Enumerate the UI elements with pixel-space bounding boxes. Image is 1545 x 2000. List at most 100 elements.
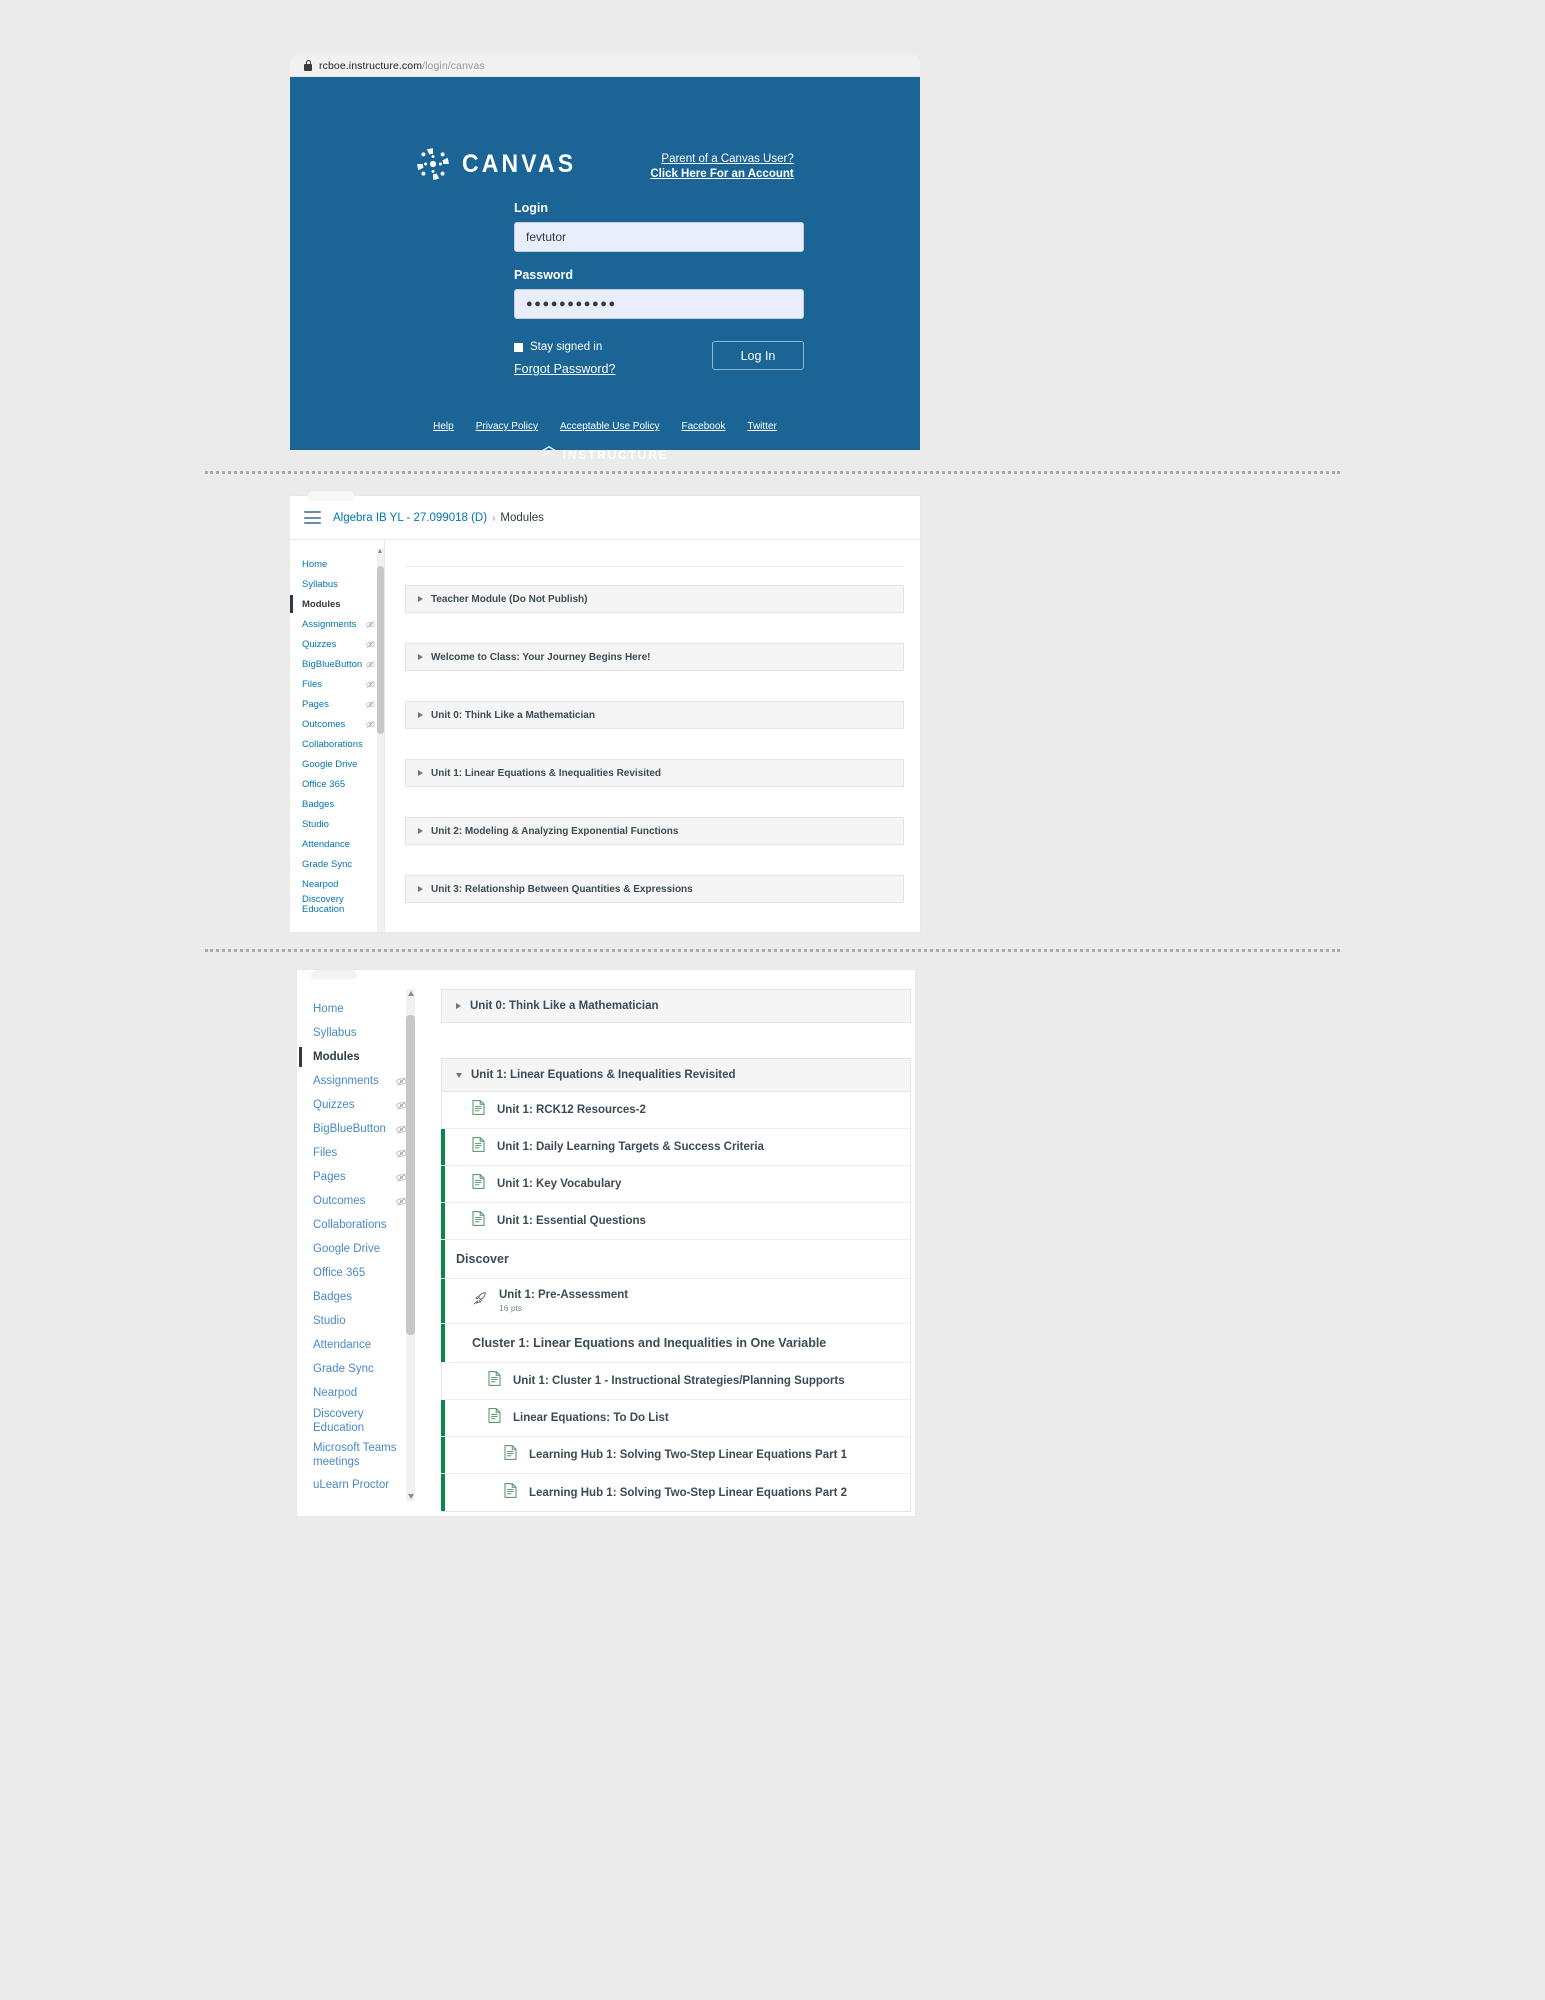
module-item-row[interactable]: Learning Hub 1: Solving Two-Step Linear … [441, 1437, 910, 1474]
sidebar-item-office-365[interactable]: Office 365 [297, 1261, 419, 1285]
module-item-row[interactable]: Unit 1: RCK12 Resources-2 [442, 1092, 910, 1129]
chevron-down-icon [456, 1072, 462, 1078]
help-link[interactable]: Help [433, 421, 454, 432]
parent-of-canvas-user-link[interactable]: Parent of a Canvas User? [650, 152, 793, 167]
sidebar-item-home[interactable]: Home [297, 997, 419, 1021]
sidebar-item-syllabus[interactable]: Syllabus [290, 574, 384, 594]
screenshot-root: rcboe.instructure.com/login/canvas CANVA… [0, 0, 1545, 2000]
sidebar-item-assignments[interactable]: Assignments [290, 614, 384, 634]
module-item-label: Unit 1: Daily Learning Targets & Success… [497, 1141, 764, 1153]
sidebar-item-label: Pages [313, 1171, 346, 1183]
password-input[interactable]: ●●●●●●●●●●● [514, 289, 804, 319]
sidebar-item-quizzes[interactable]: Quizzes [297, 1093, 419, 1117]
create-parent-account-link[interactable]: Click Here For an Account [650, 167, 793, 182]
log-in-button[interactable]: Log In [712, 341, 804, 370]
scroll-up-arrow-icon-2[interactable] [407, 991, 414, 996]
sidebar-item-pages[interactable]: Pages [290, 694, 384, 714]
module-header[interactable]: Unit 1: Linear Equations & Inequalities … [405, 759, 904, 787]
chevron-right-icon [456, 1003, 461, 1009]
sidebar-item-home[interactable]: Home [290, 554, 384, 574]
hamburger-menu-icon[interactable] [304, 511, 321, 524]
sidebar-item-discovery-education[interactable]: Discovery Education [290, 894, 384, 920]
sidebar-item-outcomes[interactable]: Outcomes [297, 1189, 419, 1213]
acceptable-use-policy-link[interactable]: Acceptable Use Policy [560, 421, 660, 432]
sidebar-item-label: Studio [313, 1315, 346, 1327]
sidebar-item-collaborations[interactable]: Collaborations [290, 734, 384, 754]
sidebar-item-attendance[interactable]: Attendance [290, 834, 384, 854]
scroll-down-arrow-icon-2[interactable] [407, 1494, 414, 1499]
module-item-row[interactable]: Linear Equations: To Do List [441, 1400, 910, 1437]
sidebar-item-label: Home [313, 1003, 344, 1015]
forgot-password-link[interactable]: Forgot Password? [514, 362, 615, 376]
sidebar-item-badges[interactable]: Badges [297, 1285, 419, 1309]
browser-url-bar[interactable]: rcboe.instructure.com/login/canvas [290, 55, 920, 77]
sidebar-item-google-drive[interactable]: Google Drive [297, 1237, 419, 1261]
module-item-row[interactable]: Unit 1: Key Vocabulary [441, 1166, 910, 1203]
sidebar-item-files[interactable]: Files [297, 1141, 419, 1165]
module-item-row[interactable]: Unit 1: Daily Learning Targets & Success… [441, 1129, 910, 1166]
module-header[interactable]: Unit 3: Relationship Between Quantities … [405, 875, 904, 903]
module-header-expanded[interactable]: Unit 1: Linear Equations & Inequalities … [441, 1058, 911, 1092]
sidebar-item-studio[interactable]: Studio [290, 814, 384, 834]
lock-icon [304, 60, 312, 71]
scrollbar-thumb[interactable] [377, 566, 384, 734]
eye-slash-icon [366, 640, 375, 649]
sidebar-item-files[interactable]: Files [290, 674, 384, 694]
sidebar-item-studio[interactable]: Studio [297, 1309, 419, 1333]
login-input[interactable]: fevtutor [514, 222, 804, 252]
panel2-body: Home Syllabus Modules Assignments Quizzes Big… [290, 540, 920, 932]
module-item-row[interactable]: Unit 1: Pre-Assessment 16 pts [441, 1279, 910, 1324]
module-item-row[interactable]: Unit 1: Essential Questions [441, 1203, 910, 1240]
sidebar-item-quizzes[interactable]: Quizzes [290, 634, 384, 654]
breadcrumb-course-link[interactable]: Algebra IB YL - 27.099018 (D) [333, 512, 487, 524]
published-indicator [441, 1129, 445, 1165]
sidebar-item-pages[interactable]: Pages [297, 1165, 419, 1189]
module-item-row[interactable]: Discover [441, 1240, 910, 1279]
stay-signed-in-checkbox[interactable] [514, 342, 523, 352]
module-item-label: Cluster 1: Linear Equations and Inequali… [472, 1336, 827, 1350]
sidebar-item-syllabus[interactable]: Syllabus [297, 1021, 419, 1045]
sidebar-item-discovery-education[interactable]: Discovery Education [297, 1405, 419, 1439]
sidebar-item-bigbluebutton[interactable]: BigBlueButton [290, 654, 384, 674]
sidebar-item-assignments[interactable]: Assignments [297, 1069, 419, 1093]
sidebar-item-collaborations[interactable]: Collaborations [297, 1213, 419, 1237]
password-field-label: Password [514, 268, 574, 282]
sidebar-item-google-drive[interactable]: Google Drive [290, 754, 384, 774]
module-item-row[interactable]: Cluster 1: Linear Equations and Inequali… [441, 1324, 910, 1363]
facebook-link[interactable]: Facebook [681, 421, 725, 432]
sidebar-item-modules[interactable]: Modules [290, 594, 384, 614]
module-header[interactable]: Unit 2: Modeling & Analyzing Exponential… [405, 817, 904, 845]
sidebar-item-grade-sync[interactable]: Grade Sync [290, 854, 384, 874]
sidebar-item-badges[interactable]: Badges [290, 794, 384, 814]
privacy-policy-link[interactable]: Privacy Policy [476, 421, 538, 432]
module-item-row[interactable]: Learning Hub 1: Solving Two-Step Linear … [441, 1474, 910, 1511]
sidebar-item-nearpod[interactable]: Nearpod [290, 874, 384, 894]
sidebar-item-nearpod[interactable]: Nearpod [297, 1381, 419, 1405]
sidebar-item-bigbluebutton[interactable]: BigBlueButton [297, 1117, 419, 1141]
sidebar-item-microsoft-teams-meetings[interactable]: Microsoft Teams meetings [297, 1439, 419, 1473]
sidebar-item-ulearn-proctor[interactable]: uLearn Proctor [297, 1473, 419, 1497]
module-header-collapsed[interactable]: Unit 0: Think Like a Mathematician [441, 989, 911, 1023]
sidebar-item-office-365[interactable]: Office 365 [290, 774, 384, 794]
module-item-label: Learning Hub 1: Solving Two-Step Linear … [529, 1449, 847, 1461]
module-header[interactable]: Welcome to Class: Your Journey Begins He… [405, 643, 904, 671]
module-header[interactable]: Unit 0: Think Like a Mathematician [405, 701, 904, 729]
twitter-link[interactable]: Twitter [747, 421, 776, 432]
sidebar-item-modules[interactable]: Modules [297, 1045, 419, 1069]
nav-scrollbar[interactable] [377, 548, 384, 932]
sidebar-item-grade-sync[interactable]: Grade Sync [297, 1357, 419, 1381]
sidebar-item-outcomes[interactable]: Outcomes [290, 714, 384, 734]
module-header[interactable]: Teacher Module (Do Not Publish) [405, 585, 904, 613]
module-title: Unit 2: Modeling & Analyzing Exponential… [431, 825, 679, 837]
nav-scrollbar-2[interactable] [406, 989, 415, 1501]
sidebar-item-label: Modules [302, 598, 341, 610]
sidebar-item-attendance[interactable]: Attendance [297, 1333, 419, 1357]
sidebar-item-label: Assignments [302, 618, 357, 630]
stay-signed-in-row[interactable]: Stay signed in [514, 341, 615, 353]
module-item-row[interactable]: Unit 1: Cluster 1 - Instructional Strate… [442, 1363, 910, 1400]
scrollbar-thumb-2[interactable] [406, 1015, 415, 1335]
panel3-body: Home Syllabus Modules Assignments Quizzes Big… [297, 970, 915, 1516]
scroll-up-arrow-icon[interactable] [378, 549, 382, 553]
sidebar-item-label: Syllabus [302, 578, 338, 590]
sidebar-item-label: Collaborations [313, 1219, 387, 1231]
